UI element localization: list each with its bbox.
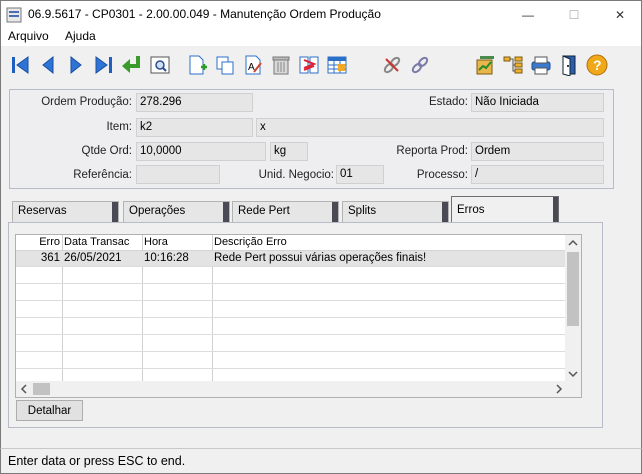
vertical-scroll-thumb[interactable] — [567, 252, 579, 326]
grid-header: Erro Data Transac Hora Descrição Erro — [16, 235, 567, 251]
window-title: 06.9.5617 - CP0301 - 2.00.00.049 - Manut… — [28, 7, 381, 21]
scroll-left-icon[interactable] — [16, 381, 32, 397]
print-icon[interactable] — [527, 51, 555, 79]
delete-icon[interactable] — [267, 51, 295, 79]
referencia-field[interactable] — [136, 165, 220, 184]
column-header-hora[interactable]: Hora — [144, 236, 168, 248]
last-icon[interactable] — [90, 51, 118, 79]
first-icon[interactable] — [6, 51, 34, 79]
edit-icon[interactable]: A — [239, 51, 267, 79]
next-icon[interactable] — [62, 51, 90, 79]
exit-icon[interactable] — [555, 51, 583, 79]
cell-descricao: Rede Pert possui várias operações finais… — [214, 252, 427, 264]
tree-icon[interactable] — [499, 51, 527, 79]
report-icon[interactable] — [471, 51, 499, 79]
horizontal-scrollbar[interactable] — [16, 381, 567, 397]
maximize-button[interactable]: ☐ — [551, 1, 597, 29]
zoom-icon[interactable] — [146, 51, 174, 79]
referencia-label: Referência: — [73, 169, 132, 181]
help-icon[interactable]: ? — [583, 51, 611, 79]
item-label: Item: — [106, 121, 132, 133]
table-row[interactable] — [16, 285, 567, 301]
scroll-down-icon[interactable] — [565, 366, 581, 382]
tab-reservas[interactable]: Reservas — [12, 201, 119, 222]
prev-icon[interactable] — [34, 51, 62, 79]
chain-icon[interactable] — [406, 51, 434, 79]
item-field[interactable]: k2 — [136, 118, 253, 137]
processo-field[interactable]: / — [471, 165, 604, 184]
tab-splits-label: Splits — [348, 205, 377, 217]
estado-label: Estado: — [429, 96, 468, 108]
ordem-label: Ordem Produção: — [41, 96, 132, 108]
unidade-field: kg — [270, 142, 308, 161]
reporta-field[interactable]: Ordem — [471, 142, 604, 161]
unid-negocio-label: Unid. Negocio: — [258, 169, 334, 181]
horizontal-scroll-thumb[interactable] — [33, 383, 50, 395]
unid-negocio-field[interactable]: 01 — [336, 165, 384, 184]
minimize-button[interactable]: — — [505, 1, 551, 29]
return-icon[interactable] — [118, 51, 146, 79]
new-icon[interactable] — [183, 51, 211, 79]
status-text: Enter data or press ESC to end. — [8, 454, 186, 468]
table-row[interactable] — [16, 353, 567, 369]
close-button[interactable]: ✕ — [597, 1, 642, 29]
toolbar: A ? — [0, 46, 642, 84]
errors-grid[interactable]: Erro Data Transac Hora Descrição Erro 36… — [15, 234, 582, 398]
tab-erros[interactable]: Erros — [451, 196, 559, 222]
detalhar-button[interactable]: Detalhar — [16, 400, 83, 421]
undo-icon[interactable] — [295, 51, 323, 79]
table-row[interactable]: 361 26/05/2021 10:16:28 Rede Pert possui… — [16, 251, 567, 267]
table-row[interactable] — [16, 319, 567, 335]
title-bar: 06.9.5617 - CP0301 - 2.00.00.049 - Manut… — [0, 0, 642, 28]
scroll-up-icon[interactable] — [565, 235, 581, 251]
tab-rede-pert-label: Rede Pert — [238, 205, 290, 217]
link-icon[interactable] — [378, 51, 406, 79]
cell-hora: 10:16:28 — [144, 252, 189, 264]
status-bar: Enter data or press ESC to end. — [0, 448, 642, 474]
processo-label: Processo: — [416, 169, 468, 181]
ordem-field[interactable]: 278.296 — [136, 93, 253, 112]
tab-reservas-label: Reservas — [18, 205, 67, 217]
column-header-erro[interactable]: Erro — [20, 236, 60, 248]
tab-rede-pert[interactable]: Rede Pert — [232, 201, 339, 222]
svg-text:?: ? — [593, 57, 602, 73]
column-header-descricao[interactable]: Descrição Erro — [214, 236, 287, 248]
menu-ajuda[interactable]: Ajuda — [65, 29, 96, 43]
app-icon — [6, 7, 22, 23]
table-row[interactable] — [16, 268, 567, 284]
estado-field[interactable]: Não Iniciada — [471, 93, 604, 112]
reporta-label: Reporta Prod: — [396, 145, 468, 157]
scroll-corner — [565, 381, 581, 397]
tab-operacoes[interactable]: Operações — [123, 201, 230, 222]
tab-operacoes-label: Operações — [129, 205, 186, 217]
table-row[interactable] — [16, 336, 567, 352]
table-row[interactable] — [16, 302, 567, 318]
qtde-label: Qtde Ord: — [81, 145, 133, 157]
menu-arquivo[interactable]: Arquivo — [8, 29, 49, 43]
column-header-data[interactable]: Data Transac — [64, 236, 129, 248]
cell-data: 26/05/2021 — [64, 252, 122, 264]
cell-erro: 361 — [40, 252, 60, 264]
vertical-scrollbar[interactable] — [565, 235, 581, 382]
tab-splits[interactable]: Splits — [342, 201, 449, 222]
qtde-field[interactable]: 10,0000 — [136, 142, 266, 161]
query-icon[interactable] — [323, 51, 351, 79]
copy-icon[interactable] — [211, 51, 239, 79]
tab-erros-label: Erros — [457, 204, 485, 216]
item-description-field: x — [256, 118, 604, 137]
menu-bar: Arquivo Ajuda — [0, 28, 642, 46]
